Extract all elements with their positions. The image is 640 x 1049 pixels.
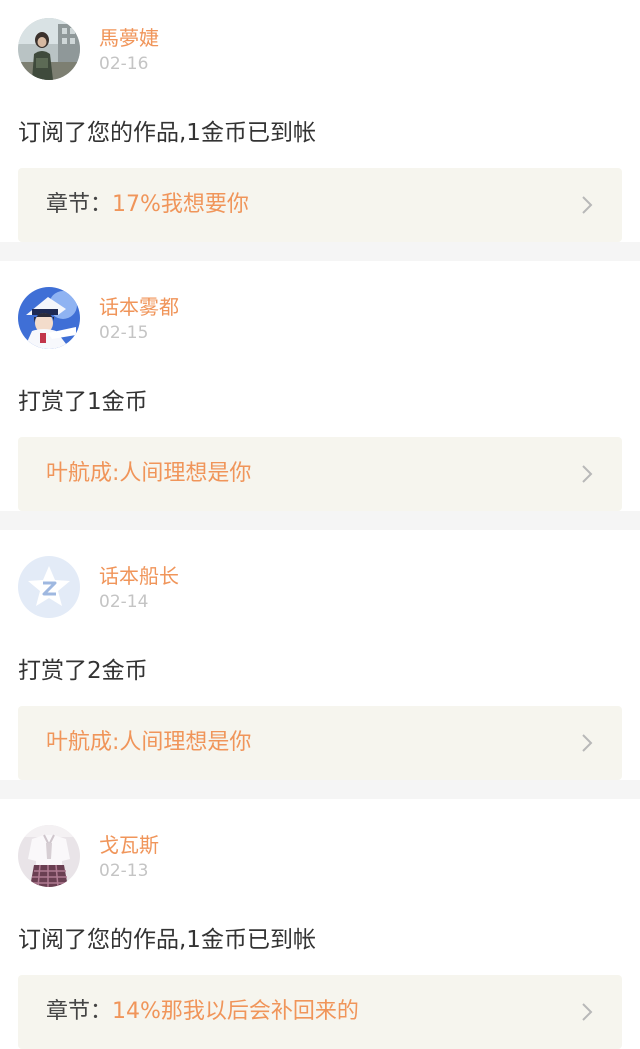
notification-date: 02-16 [99, 54, 149, 74]
avatar-photo-anime-icon [18, 287, 80, 349]
avatar[interactable] [18, 556, 80, 618]
avatar[interactable] [18, 287, 80, 349]
notification-date: 02-13 [99, 861, 149, 881]
notification-message: 订阅了您的作品,1金币已到帐 [18, 927, 316, 953]
avatar-photo-person-icon [18, 18, 80, 80]
username[interactable]: 馬夢婕 [99, 22, 159, 51]
notification-header: 戈瓦斯 02-13 [18, 799, 622, 905]
chevron-right-icon [578, 465, 596, 483]
notification-message: 打赏了2金币 [18, 658, 148, 684]
notification-card: 馬夢婕 02-16 订阅了您的作品,1金币已到帐 章节：17%我想要你 [0, 0, 640, 242]
notification-date: 02-15 [99, 323, 149, 343]
work-link[interactable]: 章节：17%我想要你 [18, 168, 622, 242]
link-title: 17%我想要你 [112, 192, 249, 217]
notification-card: 话本雾都 02-15 打赏了1金币 叶航成:人间理想是你 [0, 261, 640, 511]
username[interactable]: 话本船长 [99, 560, 179, 589]
link-title: 14%那我以后会补回来的 [112, 999, 359, 1024]
avatar[interactable] [18, 825, 80, 887]
notification-date: 02-14 [99, 592, 149, 612]
work-link[interactable]: 叶航成:人间理想是你 [18, 437, 622, 511]
notification-feed: 馬夢婕 02-16 订阅了您的作品,1金币已到帐 章节：17%我想要你 话本雾都… [0, 0, 640, 1049]
notification-card: 话本船长 02-14 打赏了2金币 叶航成:人间理想是你 [0, 530, 640, 780]
avatar[interactable] [18, 18, 80, 80]
avatar-photo-clothing-icon [18, 825, 80, 887]
username[interactable]: 戈瓦斯 [99, 829, 159, 858]
notification-card: 戈瓦斯 02-13 订阅了您的作品,1金币已到帐 章节：14%那我以后会补回来的 [0, 799, 640, 1049]
chevron-right-icon [578, 734, 596, 752]
notification-header: 话本船长 02-14 [18, 530, 622, 636]
notification-header: 馬夢婕 02-16 [18, 0, 622, 98]
work-link[interactable]: 章节：14%那我以后会补回来的 [18, 975, 622, 1049]
username[interactable]: 话本雾都 [99, 291, 179, 320]
link-title: 叶航成:人间理想是你 [46, 730, 252, 755]
notification-header: 话本雾都 02-15 [18, 261, 622, 367]
chevron-right-icon [578, 196, 596, 214]
link-prefix-label: 章节： [46, 999, 113, 1024]
avatar-default-z-star-icon [18, 556, 80, 618]
work-link[interactable]: 叶航成:人间理想是你 [18, 706, 622, 780]
link-title: 叶航成:人间理想是你 [46, 461, 252, 486]
link-prefix-label: 章节： [46, 192, 113, 217]
notification-message: 打赏了1金币 [18, 389, 148, 415]
notification-message: 订阅了您的作品,1金币已到帐 [18, 120, 316, 146]
chevron-right-icon [578, 1003, 596, 1021]
